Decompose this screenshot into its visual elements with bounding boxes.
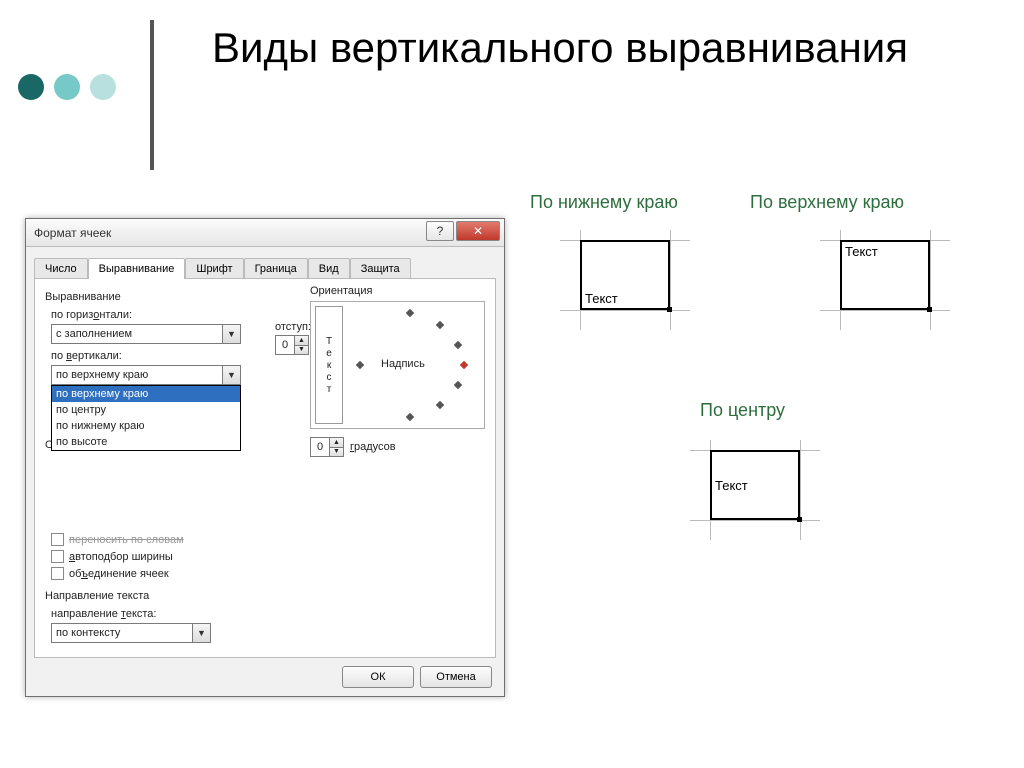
dialog-titlebar[interactable]: Формат ячеек ? ✕ (26, 219, 504, 247)
example-bottom-grid: Текст (560, 230, 690, 330)
dot-icon (18, 74, 44, 100)
vertical-option-justify[interactable]: по высоте (52, 434, 240, 450)
cell-text: Текст (585, 291, 618, 306)
horizontal-label: по горизонтали: (51, 309, 290, 321)
vertical-label: по вертикали: (51, 350, 290, 362)
degrees-spinner[interactable]: 0 ▲ ▼ (310, 437, 344, 457)
spinner-up-icon[interactable]: ▲ (330, 438, 343, 448)
diamond-icon (356, 361, 364, 369)
tab-font[interactable]: Шрифт (185, 258, 243, 279)
example-top-label: По верхнему краю (750, 192, 904, 213)
vertical-combo[interactable]: по верхнему краю ▼ по верхнему краю по ц… (51, 365, 241, 385)
chevron-down-icon[interactable]: ▼ (192, 624, 210, 642)
indent-value: 0 (276, 336, 294, 354)
example-cell-bottom: Текст (580, 240, 670, 310)
shrink-to-fit-label: автоподбор ширины (69, 551, 173, 563)
horizontal-combo[interactable]: с заполнением ▼ (51, 324, 241, 344)
slide-title: Виды вертикального выравнивания (200, 20, 920, 77)
orientation-vertical-button[interactable]: Т е к с т (315, 306, 343, 424)
ok-button[interactable]: ОК (342, 666, 414, 688)
tab-border[interactable]: Граница (244, 258, 308, 279)
text-direction-heading: Направление текста (45, 590, 290, 602)
dialog-title: Формат ячеек (34, 226, 111, 240)
selection-handle-icon (927, 307, 932, 312)
orientation-dial-label: Надпись (381, 358, 425, 370)
chevron-down-icon[interactable]: ▼ (222, 366, 240, 384)
tab-alignment[interactable]: Выравнивание (88, 258, 186, 279)
diamond-icon (454, 341, 462, 349)
chevron-down-icon[interactable]: ▼ (222, 325, 240, 343)
indent-label: отступ: (275, 321, 311, 333)
checkbox-icon (51, 533, 64, 546)
close-button[interactable]: ✕ (456, 221, 500, 241)
dialog-tabs: Число Выравнивание Шрифт Граница Вид Защ… (26, 247, 504, 278)
orientation-preview: Т е к с т Надпись (310, 301, 485, 429)
diamond-icon (406, 413, 414, 421)
indent-spinner[interactable]: 0 ▲ ▼ (275, 335, 309, 355)
example-bottom-label: По нижнему краю (530, 192, 678, 213)
selection-handle-icon (797, 517, 802, 522)
wrap-text-checkbox-row: переносить по словам (51, 533, 290, 546)
vertical-value: по верхнему краю (52, 369, 222, 381)
slide-deco-line (150, 20, 154, 170)
example-top-grid: Текст (820, 230, 950, 330)
wrap-text-label: переносить по словам (69, 534, 184, 546)
merge-cells-label: объединение ячеек (69, 568, 169, 580)
format-cells-dialog: Формат ячеек ? ✕ Число Выравнивание Шриф… (25, 218, 505, 697)
example-cell-center: Текст (710, 450, 800, 520)
checkbox-icon[interactable] (51, 567, 64, 580)
merge-cells-checkbox-row[interactable]: объединение ячеек (51, 567, 290, 580)
checkbox-icon[interactable] (51, 550, 64, 563)
orientation-group: Ориентация Т е к с т Надпись (310, 285, 485, 457)
degrees-value: 0 (311, 438, 329, 456)
text-direction-label: направление текста: (51, 608, 290, 620)
diamond-icon (436, 321, 444, 329)
example-center-label: По центру (700, 400, 785, 421)
example-center-grid: Текст (690, 440, 820, 540)
dot-icon (90, 74, 116, 100)
diamond-icon (460, 361, 468, 369)
alignment-group-label: Выравнивание (45, 291, 290, 303)
shrink-to-fit-checkbox-row[interactable]: автоподбор ширины (51, 550, 290, 563)
degrees-label: градусов (350, 441, 396, 453)
tab-number[interactable]: Число (34, 258, 88, 279)
help-button[interactable]: ? (426, 221, 454, 241)
tab-fill[interactable]: Вид (308, 258, 350, 279)
diamond-icon (406, 309, 414, 317)
orientation-dial[interactable]: Надпись (347, 306, 480, 424)
spinner-up-icon[interactable]: ▲ (295, 336, 308, 346)
orientation-label: Ориентация (310, 285, 485, 297)
alignment-panel: Выравнивание по горизонтали: с заполнени… (34, 278, 496, 658)
text-direction-value: по контексту (52, 627, 192, 639)
example-cell-top: Текст (840, 240, 930, 310)
cancel-button[interactable]: Отмена (420, 666, 492, 688)
diamond-icon (454, 381, 462, 389)
dot-icon (54, 74, 80, 100)
cell-text: Текст (715, 478, 748, 493)
spinner-down-icon[interactable]: ▼ (295, 346, 308, 355)
vertical-option-top[interactable]: по верхнему краю (52, 386, 240, 402)
text-direction-combo[interactable]: по контексту ▼ (51, 623, 211, 643)
spinner-down-icon[interactable]: ▼ (330, 448, 343, 457)
diamond-icon (436, 401, 444, 409)
vertical-dropdown-list: по верхнему краю по центру по нижнему кр… (51, 385, 241, 451)
vertical-option-bottom[interactable]: по нижнему краю (52, 418, 240, 434)
cell-text: Текст (845, 244, 878, 259)
selection-handle-icon (667, 307, 672, 312)
slide-deco-dots (18, 74, 116, 100)
horizontal-value: с заполнением (52, 328, 222, 340)
tab-protection[interactable]: Защита (350, 258, 411, 279)
vertical-option-center[interactable]: по центру (52, 402, 240, 418)
